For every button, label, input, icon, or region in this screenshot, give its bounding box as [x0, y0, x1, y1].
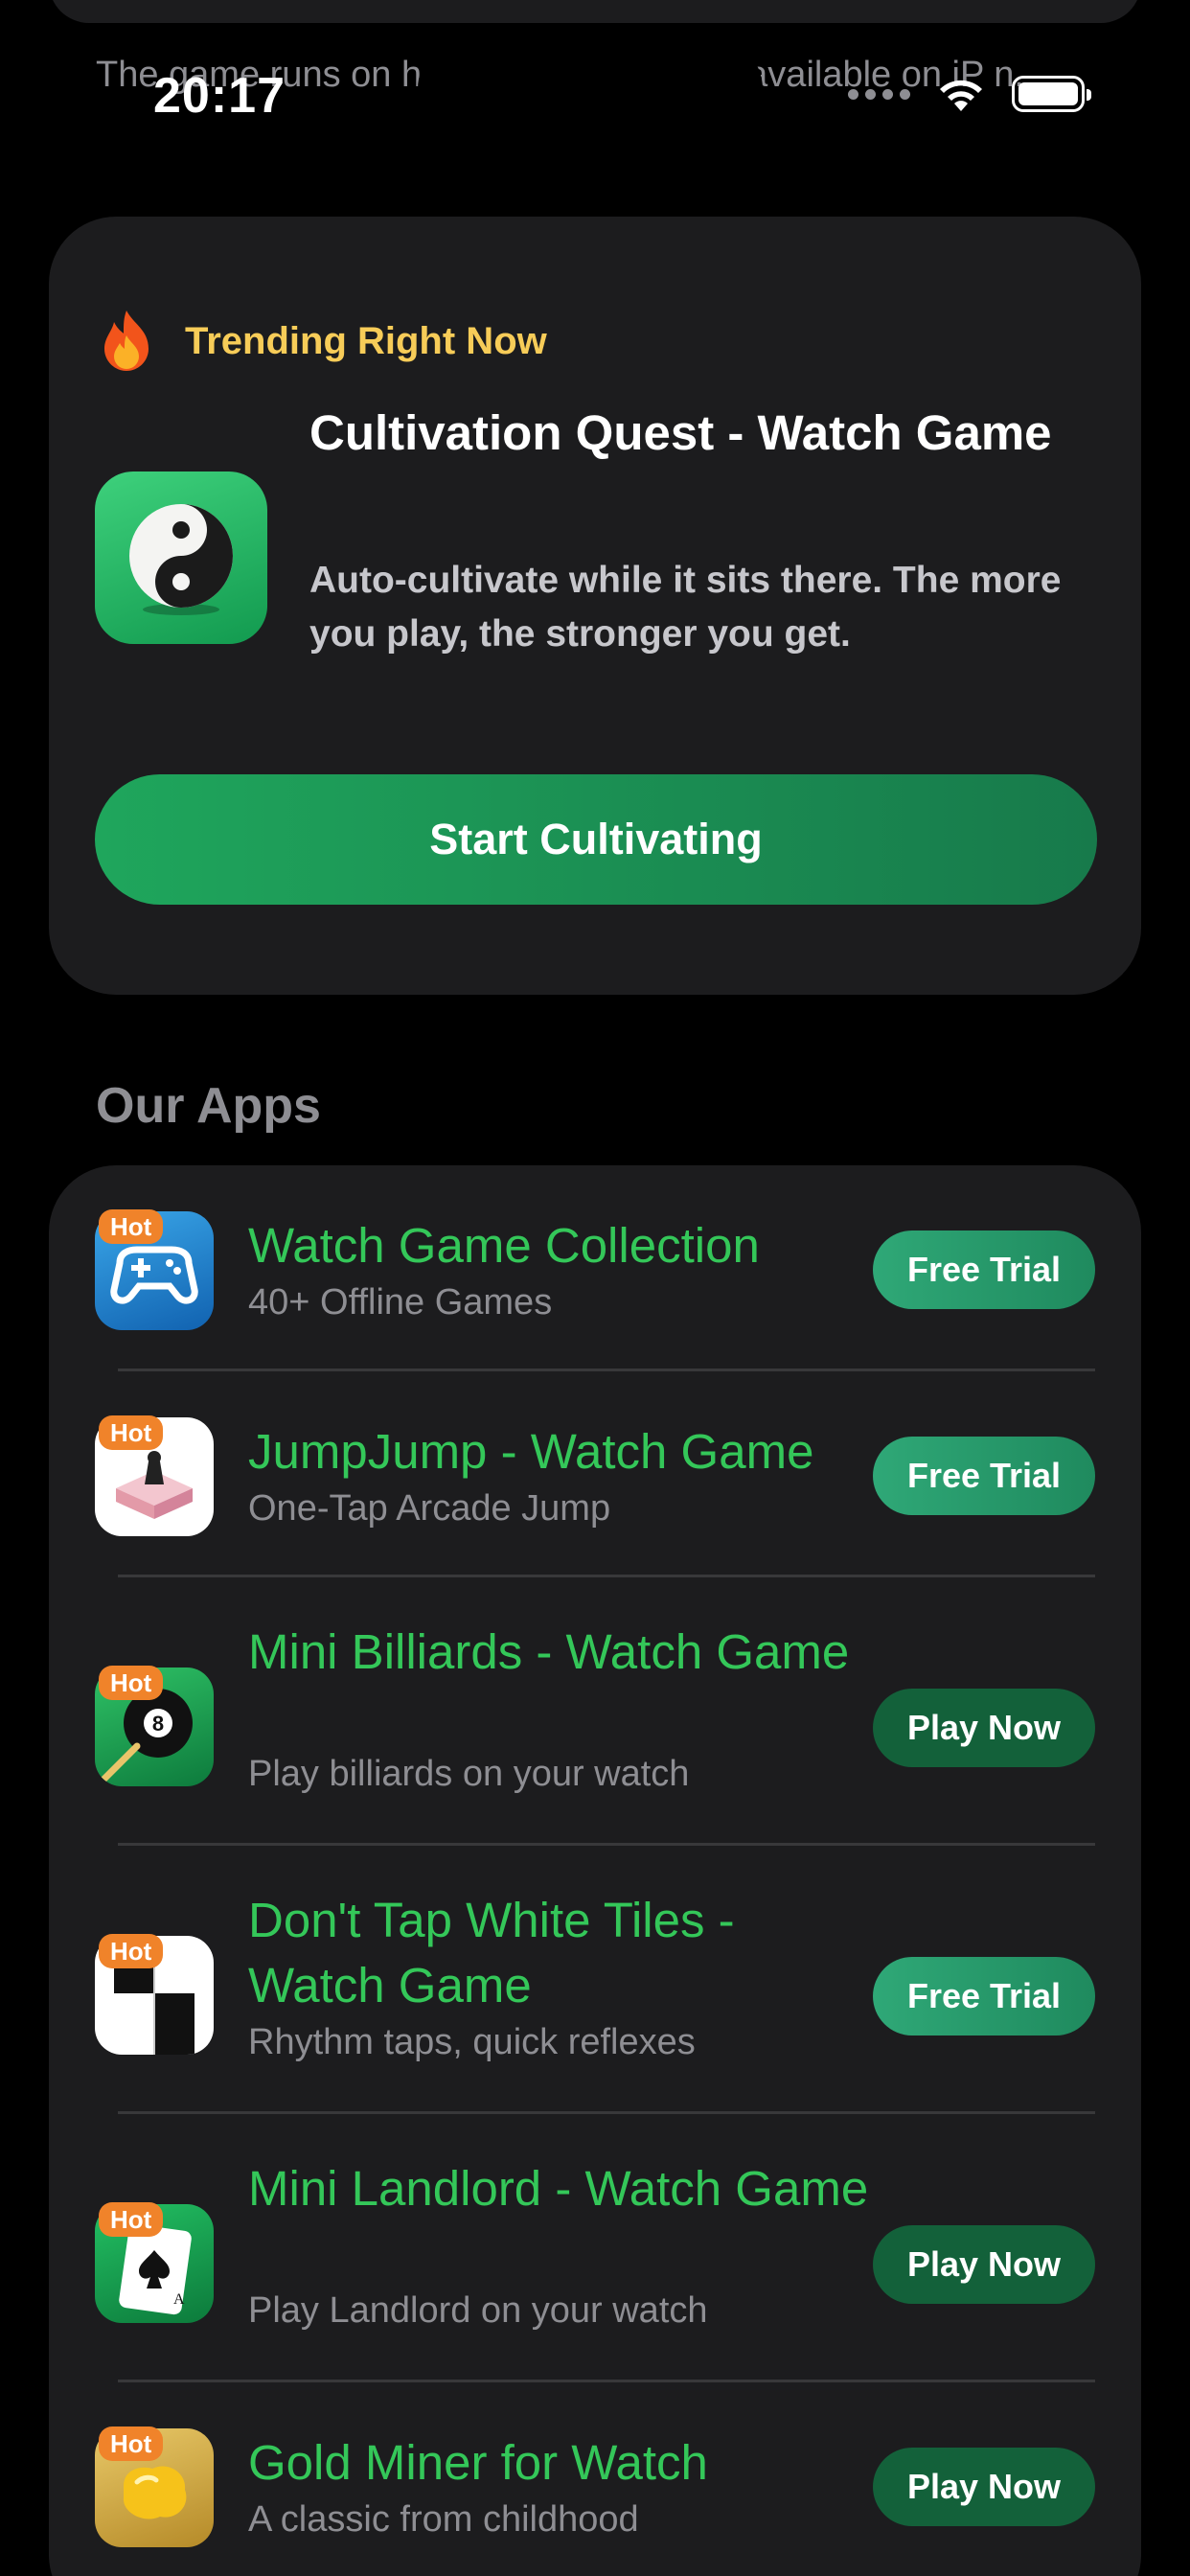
landlord-app-icon: A Hot [95, 2202, 214, 2323]
svg-text:A: A [173, 2291, 185, 2308]
apps-list: Hot Watch Game Collection 40+ Offline Ga… [49, 1165, 1141, 2576]
app-subtitle: A classic from childhood [248, 2499, 639, 2540]
app-name: JumpJump - Watch Game [248, 1424, 814, 1479]
battery-icon [1012, 76, 1091, 112]
yin-yang-icon [129, 504, 233, 615]
app-subtitle: Rhythm taps, quick reflexes [248, 2022, 696, 2062]
play-now-button[interactable]: Play Now [873, 2225, 1095, 2304]
play-now-button[interactable]: Play Now [873, 1689, 1095, 1767]
app-subtitle: Play Landlord on your watch [248, 2290, 708, 2331]
play-now-button[interactable]: Play Now [873, 2448, 1095, 2526]
dynamic-island [418, 36, 763, 142]
fire-icon [104, 310, 149, 371]
trending-card[interactable]: Trending Right Now Cultivation Quest - W… [49, 217, 1141, 995]
divider [118, 1843, 1095, 1846]
section-title: Our Apps [96, 1078, 321, 1134]
status-icons [848, 75, 1091, 113]
hot-badge: Hot [99, 2426, 164, 2461]
trending-app-description: Auto-cultivate while it sits there. The … [309, 560, 1062, 655]
divider [118, 2380, 1095, 2382]
app-name: Mini Landlord - Watch Game [248, 2161, 869, 2216]
app-name: Mini Billiards - Watch Game [248, 1624, 850, 1679]
app-screen: The game runs on hase and restore are av… [0, 0, 1190, 2576]
free-trial-button[interactable]: Free Trial [873, 1230, 1095, 1309]
divider [118, 1368, 1095, 1371]
trending-header: Trending Right Now [97, 309, 547, 374]
free-trial-button[interactable]: Free Trial [873, 1437, 1095, 1515]
hot-badge: Hot [99, 1934, 164, 1968]
hot-badge: Hot [99, 1209, 164, 1244]
divider [118, 1575, 1095, 1577]
cellular-signal-icon [848, 88, 910, 100]
app-name: Don't Tap White Tiles - Watch Game [248, 1893, 735, 2012]
app-name: Gold Miner for Watch [248, 2435, 708, 2490]
yin-yang-app-icon [95, 472, 267, 644]
billiards-app-icon: 8 Hot [95, 1666, 214, 1786]
trending-app-title: Cultivation Quest - Watch Game [309, 405, 1052, 460]
trending-label: Trending Right Now [185, 319, 547, 362]
wifi-icon [940, 80, 982, 111]
gamepad-app-icon: Hot [95, 1209, 214, 1330]
app-name: Watch Game Collection [248, 1218, 760, 1273]
free-trial-button[interactable]: Free Trial [873, 1957, 1095, 2036]
status-time: 20:17 [153, 68, 286, 124]
jump-app-icon: Hot [95, 1415, 214, 1536]
start-cultivating-button[interactable]: Start Cultivating [95, 774, 1097, 905]
tiles-app-icon: Hot [95, 1934, 214, 2055]
divider [118, 2111, 1095, 2114]
hot-badge: Hot [99, 1415, 164, 1450]
app-subtitle: Play billiards on your watch [248, 1754, 690, 1794]
hot-badge: Hot [99, 1666, 164, 1700]
app-subtitle: One-Tap Arcade Jump [248, 1488, 611, 1529]
svg-text:8: 8 [152, 1712, 164, 1736]
status-bar: 20:17 [0, 0, 1190, 144]
hot-badge: Hot [99, 2202, 164, 2237]
app-subtitle: 40+ Offline Games [248, 1282, 553, 1322]
gold-miner-app-icon: Hot [95, 2426, 214, 2547]
